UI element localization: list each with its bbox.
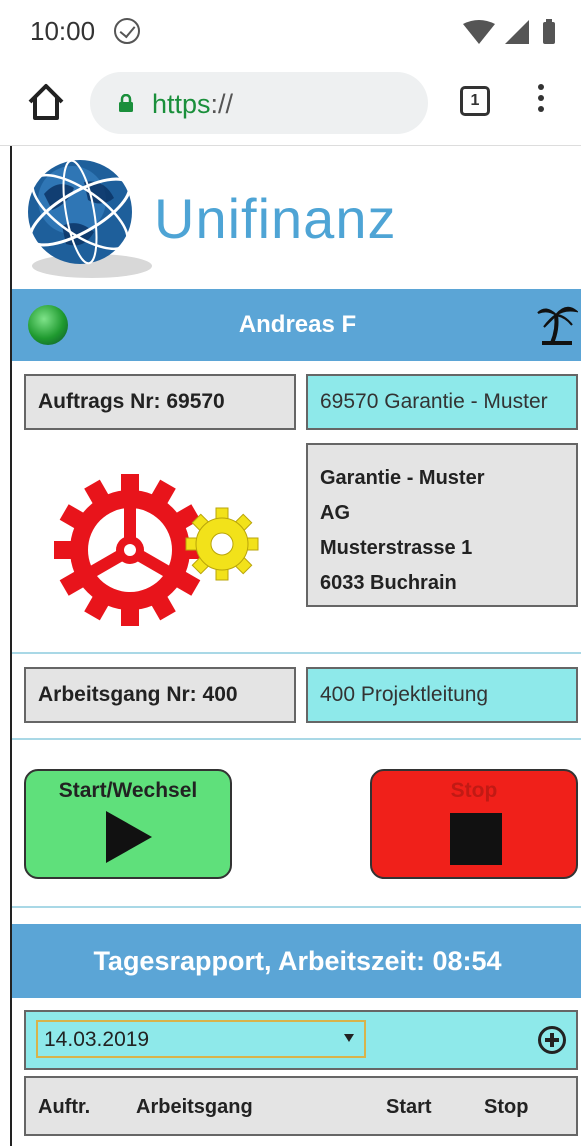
status-bar: 10:00 xyxy=(0,0,581,62)
system-status-icons xyxy=(463,19,555,44)
add-circle-icon[interactable] xyxy=(538,1026,566,1054)
brand-name: Unifinanz xyxy=(154,187,397,250)
url-rest: :// xyxy=(210,89,234,119)
globe-icon xyxy=(28,159,152,278)
date-value: 14.03.2019 xyxy=(44,1028,150,1051)
check-circle-icon xyxy=(114,18,140,44)
divider xyxy=(12,906,581,908)
date-select[interactable]: 14.03.2019 xyxy=(36,1020,366,1058)
logo-header: Unifinanz xyxy=(12,146,581,288)
column-header-order: Auftr. xyxy=(38,1096,91,1118)
stop-icon xyxy=(450,813,502,865)
play-icon xyxy=(106,811,152,863)
more-vert-icon[interactable] xyxy=(534,84,548,122)
tabs-icon[interactable]: 1 xyxy=(460,86,490,116)
wifi-icon xyxy=(463,20,495,44)
start-button[interactable]: Start/Wechsel xyxy=(24,769,232,879)
user-bar: Andreas F xyxy=(12,289,581,361)
address-line: 6033 Buchrain xyxy=(320,572,457,594)
address-line: AG xyxy=(320,502,350,524)
column-header-start: Start xyxy=(386,1096,432,1118)
battery-icon xyxy=(543,22,555,44)
url-text: https:// xyxy=(152,89,233,120)
dropdown-arrow-icon xyxy=(344,1034,354,1042)
start-button-label: Start/Wechsel xyxy=(58,779,198,802)
address-line: Musterstrasse 1 xyxy=(320,537,473,559)
palm-tree-icon[interactable] xyxy=(536,301,578,347)
home-icon[interactable] xyxy=(26,80,66,124)
gears-icon xyxy=(54,474,259,626)
browser-toolbar: https:// 1 xyxy=(0,62,581,146)
column-header-operation: Arbeitsgang xyxy=(136,1096,253,1118)
column-header-stop: Stop xyxy=(484,1096,529,1118)
stop-button[interactable]: Stop xyxy=(370,769,578,879)
customer-address: Garantie - Muster AG Musterstrasse 1 603… xyxy=(306,443,578,607)
user-name: Andreas F xyxy=(238,311,357,338)
daily-report-header: Tagesrapport, Arbeitszeit: 08:54 xyxy=(12,924,581,998)
daily-report-title: Tagesrapport, Arbeitszeit: 08:54 xyxy=(93,946,502,976)
url-scheme: https xyxy=(152,89,211,119)
order-number-label: Auftrags Nr: 69570 xyxy=(24,374,296,430)
address-line: Garantie - Muster xyxy=(320,467,485,489)
web-page: Unifinanz Andreas F Auftrags Nr: 69570 6… xyxy=(10,146,581,1146)
divider xyxy=(12,652,581,654)
date-bar: 14.03.2019 xyxy=(24,1010,578,1070)
operation-number-label: Arbeitsgang Nr: 400 xyxy=(24,667,296,723)
order-select[interactable]: 69570 Garantie - Muster xyxy=(306,374,578,430)
lock-icon xyxy=(119,94,133,112)
divider xyxy=(12,738,581,740)
operation-select[interactable]: 400 Projektleitung xyxy=(306,667,578,723)
status-time: 10:00 xyxy=(30,16,96,46)
stop-button-label: Stop xyxy=(450,779,498,802)
signal-icon xyxy=(505,20,529,44)
address-bar[interactable]: https:// xyxy=(90,72,428,134)
report-table-header: Auftr. Arbeitsgang Start Stop xyxy=(24,1076,578,1136)
